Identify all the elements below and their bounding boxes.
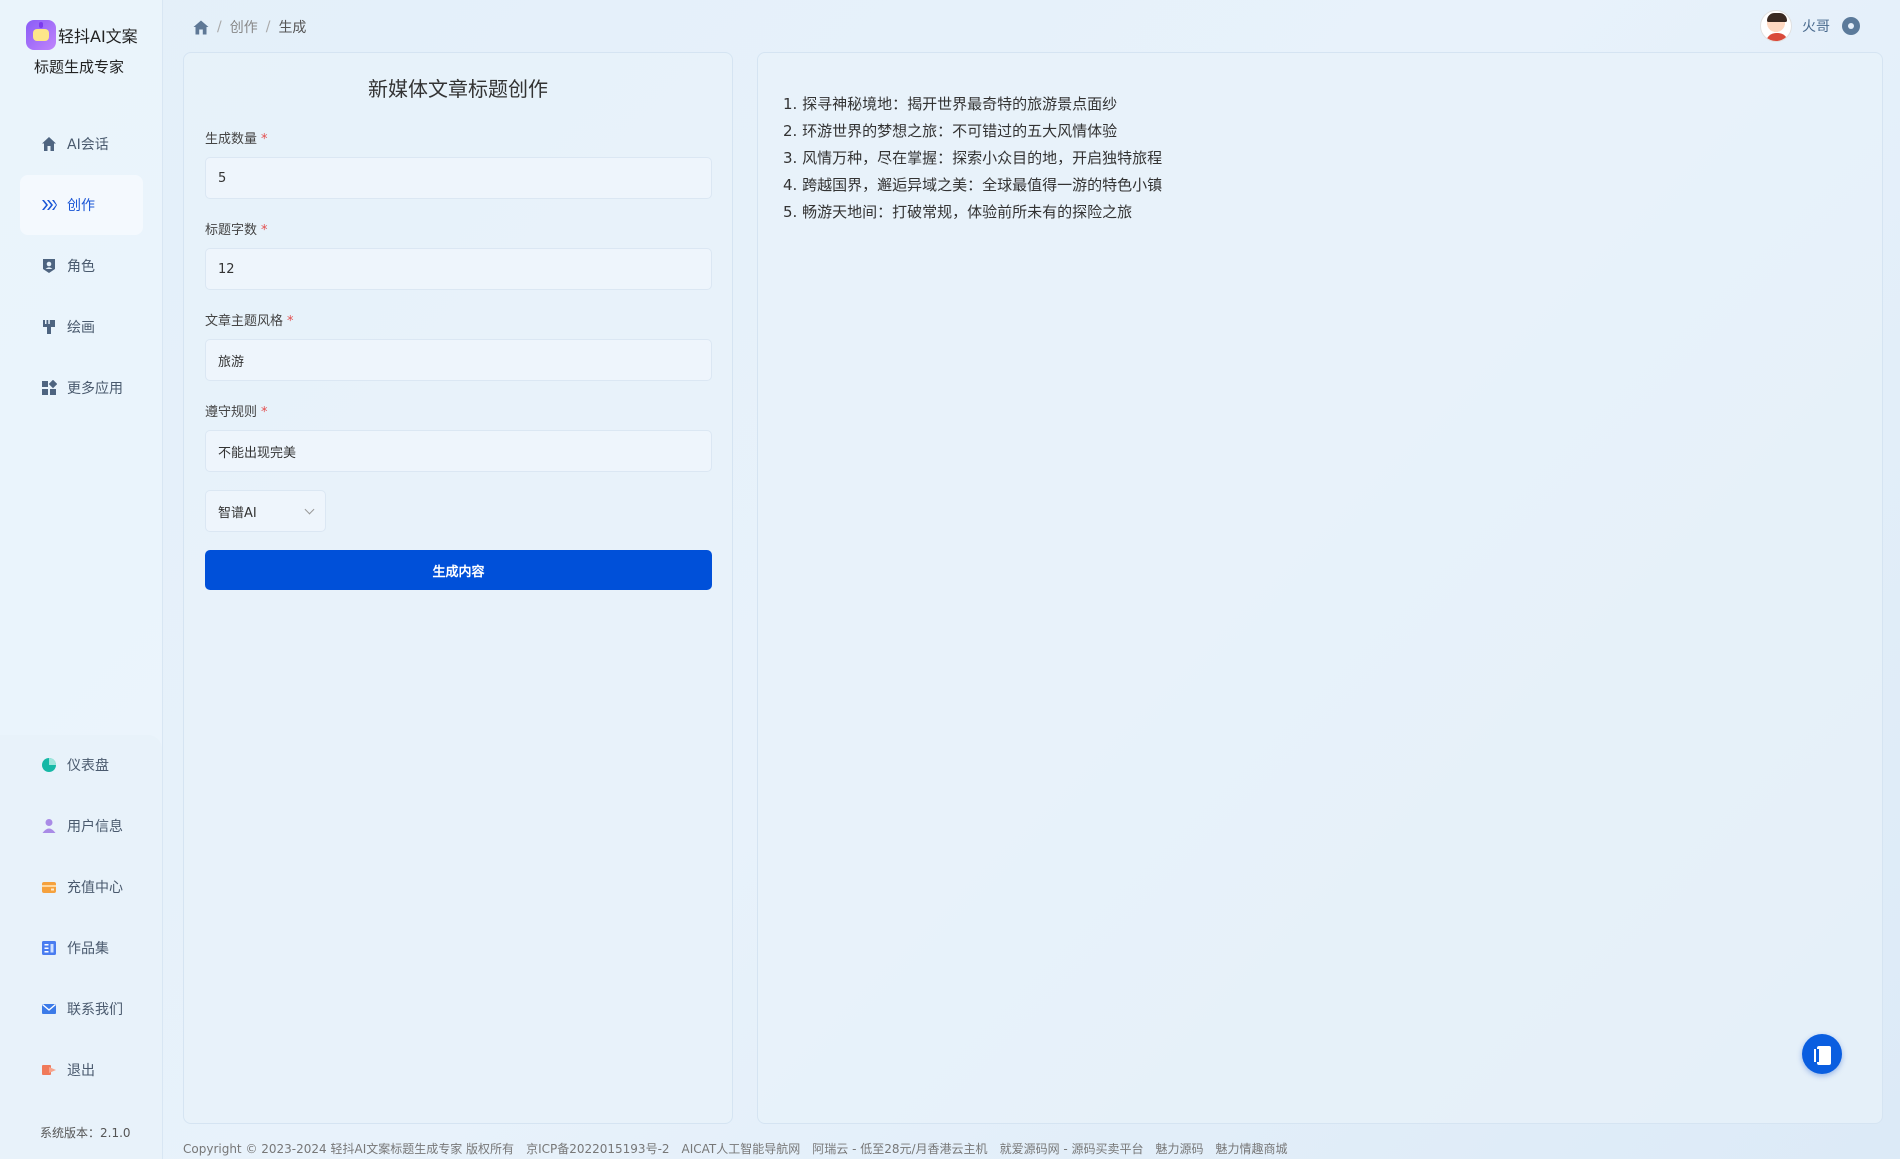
logout-icon <box>41 1062 57 1078</box>
generate-button[interactable]: 生成内容 <box>205 550 712 590</box>
required-mark: * <box>261 132 268 147</box>
list-item: 1. 探寻神秘境地：揭开世界最奇特的旅游景点面纱 <box>783 95 1118 113</box>
sidebar-item-label: 联系我们 <box>67 1002 123 1018</box>
brand[interactable]: 轻抖AI文案 标题生成专家 <box>26 20 156 77</box>
sidebar-item-ai-chat[interactable]: AI会话 <box>20 114 143 174</box>
title-length-input[interactable] <box>205 248 712 290</box>
sidebar-item-label: AI会话 <box>67 137 109 153</box>
field-label-text: 文章主题风格 <box>205 314 284 329</box>
field-label-text: 遵守规则 <box>205 405 258 420</box>
wallet-icon <box>41 879 57 895</box>
field-label-title-length: 标题字数 * <box>205 219 268 238</box>
quantity-input[interactable] <box>205 157 712 199</box>
gear-icon[interactable] <box>1842 17 1860 35</box>
form-title: 新媒体文章标题创作 <box>368 77 548 101</box>
mail-icon <box>41 1001 57 1017</box>
sidebar-item-dashboard[interactable]: 仪表盘 <box>20 735 143 795</box>
list-item: 5. 畅游天地间：打破常规，体验前所未有的探险之旅 <box>783 203 1133 221</box>
breadcrumb: / 创作 / 生成 <box>193 17 306 37</box>
sidebar-item-label: 创作 <box>67 198 95 214</box>
list-item: 4. 跨越国界，邂逅异域之美：全球最值得一游的特色小镇 <box>783 176 1163 194</box>
brand-title: 轻抖AI文案 <box>58 27 138 46</box>
apps-icon <box>41 379 58 396</box>
footer-link-source-market[interactable]: 就爱源码网 - 源码买卖平台 <box>1000 1140 1144 1157</box>
sidebar-item-label: 退出 <box>67 1063 95 1079</box>
field-label-text: 生成数量 <box>205 132 258 147</box>
sidebar-item-contact[interactable]: 联系我们 <box>20 979 143 1039</box>
sidebar-item-user-info[interactable]: 用户信息 <box>20 796 143 856</box>
user-area: 火哥 <box>1760 10 1860 42</box>
breadcrumb-item-create[interactable]: 创作 <box>230 17 258 37</box>
footer-link-cloud[interactable]: 阿瑞云 - 低至28元/月香港云主机 <box>812 1140 987 1157</box>
model-select[interactable]: 智谱AI <box>205 490 326 532</box>
sidebar-item-label: 更多应用 <box>67 381 123 397</box>
sidebar-bottom-panel: 仪表盘 用户信息 充值中心 作品集 联系我们 退出 <box>0 735 162 1159</box>
avatar[interactable] <box>1760 10 1792 42</box>
brush-icon <box>41 319 57 335</box>
field-label-text: 标题字数 <box>205 223 258 238</box>
chevron-down-icon <box>304 504 315 514</box>
breadcrumb-separator: / <box>265 19 271 35</box>
required-mark: * <box>261 223 268 238</box>
required-mark: * <box>261 405 268 420</box>
sidebar: 轻抖AI文案 标题生成专家 AI会话 创作 角色 绘画 更多应用 仪表盘 用户信… <box>0 0 163 1159</box>
sidebar-item-label: 绘画 <box>67 320 95 336</box>
create-icon <box>41 197 57 213</box>
user-icon <box>41 818 57 834</box>
breadcrumb-separator: / <box>217 19 222 35</box>
sidebar-item-recharge[interactable]: 充值中心 <box>20 857 143 917</box>
footer-link-meili-mall[interactable]: 魅力情趣商城 <box>1216 1140 1288 1157</box>
username[interactable]: 火哥 <box>1802 16 1830 36</box>
required-mark: * <box>287 314 294 329</box>
list-item: 2. 环游世界的梦想之旅：不可错过的五大风情体验 <box>783 122 1118 140</box>
footer-link-meili-source[interactable]: 魅力源码 <box>1156 1140 1204 1157</box>
dashboard-icon <box>41 757 57 773</box>
sidebar-item-more-apps[interactable]: 更多应用 <box>20 358 143 418</box>
breadcrumb-item-current: 生成 <box>278 20 307 36</box>
brand-subtitle: 标题生成专家 <box>34 58 125 76</box>
home-icon <box>41 136 57 152</box>
sidebar-item-label: 充值中心 <box>67 880 123 896</box>
sidebar-item-label: 仪表盘 <box>67 758 109 774</box>
copy-float-button[interactable] <box>1802 1034 1842 1074</box>
result-list: 1. 探寻神秘境地：揭开世界最奇特的旅游景点面纱 2. 环游世界的梦想之旅：不可… <box>783 91 1162 226</box>
field-label-quantity: 生成数量 * <box>205 128 268 147</box>
sidebar-item-works[interactable]: 作品集 <box>20 918 143 978</box>
book-icon <box>41 940 57 956</box>
rules-input[interactable] <box>205 430 712 472</box>
sidebar-item-painting[interactable]: 绘画 <box>20 297 143 357</box>
sidebar-item-create[interactable]: 创作 <box>20 175 143 235</box>
sidebar-item-label: 作品集 <box>67 941 109 957</box>
role-icon <box>41 258 57 274</box>
home-icon[interactable] <box>193 20 209 35</box>
system-version: 系统版本：2.1.0 <box>40 1126 131 1140</box>
footer-copyright: Copyright © 2023-2024 轻抖AI文案标题生成专家 版权所有 <box>183 1142 515 1156</box>
field-label-rules: 遵守规则 * <box>205 401 268 420</box>
result-panel: 1. 探寻神秘境地：揭开世界最奇特的旅游景点面纱 2. 环游世界的梦想之旅：不可… <box>757 52 1883 1124</box>
title-generator-form: 新媒体文章标题创作 生成数量* 标题字数* 文章主题风格* 遵守规则* 智谱AI… <box>183 52 733 1124</box>
theme-style-input[interactable] <box>205 339 712 381</box>
sidebar-item-logout[interactable]: 退出 <box>20 1040 143 1100</box>
sidebar-item-role[interactable]: 角色 <box>20 236 143 296</box>
footer-link-aicat[interactable]: AICAT人工智能导航网 <box>682 1140 801 1157</box>
footer: Copyright © 2023-2024 轻抖AI文案标题生成专家 版权所有 … <box>183 1140 1300 1157</box>
sidebar-item-label: 角色 <box>67 259 95 275</box>
model-select-value: 智谱AI <box>218 505 257 521</box>
footer-link-icp[interactable]: 京ICP备2022015193号-2 <box>526 1140 669 1157</box>
robot-logo-icon <box>26 20 56 50</box>
list-item: 3. 风情万种，尽在掌握：探索小众目的地，开启独特旅程 <box>783 149 1163 167</box>
field-label-theme-style: 文章主题风格 * <box>205 310 294 329</box>
sidebar-item-label: 用户信息 <box>67 819 123 835</box>
